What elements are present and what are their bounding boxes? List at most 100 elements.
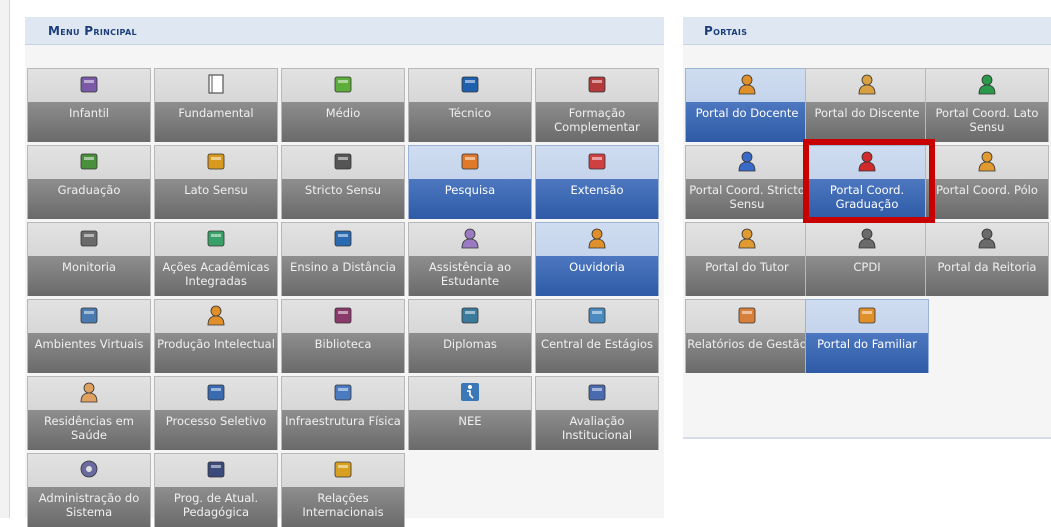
tile-lato-sensu[interactable]: Lato Sensu [154,145,278,219]
tile-assistencia-ao-estudante[interactable]: Assistência ao Estudante [408,222,532,296]
tile-label: Portal do Tutor [686,256,808,296]
tile-formacao-complementar[interactable]: Formação Complementar [535,68,659,142]
tile-portal-do-tutor[interactable]: Portal do Tutor [685,222,809,296]
tile-medio[interactable]: Médio [281,68,405,142]
tile-label: Portal da Reitoria [926,256,1048,296]
tile-label: Ensino a Distância [282,256,404,296]
tile-label: Avaliação Institucional [536,410,658,450]
pencil-cup-icon [78,73,100,95]
tile-portal-coord-graduacao[interactable]: Portal Coord. Graduação [805,145,929,219]
house-icon [586,150,608,172]
tile-label: Médio [282,102,404,142]
tile-label: Portal Coord. Pólo [926,179,1048,219]
tile-ouvidoria[interactable]: Ouvidoria [535,222,659,296]
tile-diplomas[interactable]: Diplomas [408,299,532,373]
contact-book-icon [586,304,608,326]
globe-user-icon [332,227,354,249]
tile-fundamental[interactable]: Fundamental [154,68,278,142]
tile-portal-do-familiar[interactable]: Portal do Familiar [805,299,929,373]
gear-icon [78,458,100,480]
blue-book-icon [459,73,481,95]
tile-label: Portal do Docente [686,102,808,142]
tile-graduacao[interactable]: Graduação [27,145,151,219]
tile-portal-da-reitoria[interactable]: Portal da Reitoria [925,222,1049,296]
manager-icon [856,227,878,249]
presentation-board-icon [78,227,100,249]
tile-label: Ambientes Virtuais [28,333,150,373]
tile-acoes-academicas-integradas[interactable]: Ações Acadêmicas Integradas [154,222,278,296]
tile-label: Formação Complementar [536,102,658,142]
monitor-teacher-icon [205,458,227,480]
tile-label: Residências em Saúde [28,410,150,450]
tile-pesquisa[interactable]: Pesquisa [408,145,532,219]
tile-portal-coord-stricto-sensu[interactable]: Portal Coord. Stricto Sensu [685,145,809,219]
tile-label: Processo Seletivo [155,410,277,450]
tile-label: Stricto Sensu [282,179,404,219]
tile-infraestrutura-fisica[interactable]: Infraestrutura Física [281,376,405,450]
tile-label: Técnico [409,102,531,142]
accessibility-icon [459,381,481,403]
tile-processo-seletivo[interactable]: Processo Seletivo [154,376,278,450]
tile-label: Graduação [28,179,150,219]
tile-central-de-estagios[interactable]: Central de Estágios [535,299,659,373]
tutor-icon [736,227,758,249]
tile-label: Relatórios de Gestão [686,333,808,373]
tile-ensino-a-distancia[interactable]: Ensino a Distância [281,222,405,296]
tile-portal-coord-polo[interactable]: Portal Coord. Pólo [925,145,1049,219]
family-icon [856,304,878,326]
tile-portal-do-discente[interactable]: Portal do Discente [805,68,929,142]
tile-stricto-sensu[interactable]: Stricto Sensu [281,145,405,219]
tile-label: Portal Coord. Graduação [806,179,928,219]
teacher-icon [736,73,758,95]
tile-relacoes-internacionais[interactable]: Relações Internacionais [281,453,405,527]
tile-label: Infraestrutura Física [282,410,404,450]
tile-portal-do-docente[interactable]: Portal do Docente [685,68,809,142]
tile-biblioteca[interactable]: Biblioteca [281,299,405,373]
tile-portal-coord-lato-sensu[interactable]: Portal Coord. Lato Sensu [925,68,1049,142]
crayon-icon [332,73,354,95]
left-sidebar-edge [0,0,10,518]
tile-extensao[interactable]: Extensão [535,145,659,219]
tile-label: Infantil [28,102,150,142]
main-menu-body: Infantil Fundamental Médio Técnico Formação … [25,45,664,527]
tile-label: Ouvidoria [536,256,658,296]
tile-relatorios-de-gestao[interactable]: Relatórios de Gestão [685,299,809,373]
tile-label: Portal do Familiar [806,333,928,373]
tile-monitoria[interactable]: Monitoria [27,222,151,296]
books-stack-icon [78,150,100,172]
notebook-icon [205,73,227,95]
report-chart-icon [736,304,758,326]
tile-nee[interactable]: NEE [408,376,532,450]
tile-label: Biblioteca [282,333,404,373]
tile-label: Portal do Discente [806,102,928,142]
user-check-icon [205,304,227,326]
world-map-icon [332,458,354,480]
tile-label: Produção Intelectual [155,333,277,373]
tile-prog-de-atual-pedagogica[interactable]: Prog. de Atual. Pedagógica [154,453,278,527]
tile-label: Pesquisa [409,179,531,219]
tile-cpdi[interactable]: CPDI [805,222,929,296]
tile-infantil[interactable]: Infantil [27,68,151,142]
tile-administracao-do-sistema[interactable]: Administração do Sistema [27,453,151,527]
red-user-icon [856,150,878,172]
portals-panel: Portais Portal do Docente Portal do Disce… [683,17,1051,439]
tile-label: Prog. de Atual. Pedagógica [155,487,277,527]
tile-label: Portal Coord. Lato Sensu [926,102,1048,142]
folder-icon [205,150,227,172]
tile-avaliacao-institucional[interactable]: Avaliação Institucional [535,376,659,450]
network-icon [332,381,354,403]
tile-residencias-em-saude[interactable]: Residências em Saúde [27,376,151,450]
tile-label: NEE [409,410,531,450]
tile-label: Administração do Sistema [28,487,150,527]
tile-producao-intelectual[interactable]: Produção Intelectual [154,299,278,373]
tile-tecnico[interactable]: Técnico [408,68,532,142]
tile-label: CPDI [806,256,928,296]
tile-label: Monitoria [28,256,150,296]
tile-ambientes-virtuais[interactable]: Ambientes Virtuais [27,299,151,373]
tile-label: Assistência ao Estudante [409,256,531,296]
green-user-icon [976,73,998,95]
tile-label: Fundamental [155,102,277,142]
tile-label: Lato Sensu [155,179,277,219]
tile-label: Extensão [536,179,658,219]
user-icon [976,150,998,172]
